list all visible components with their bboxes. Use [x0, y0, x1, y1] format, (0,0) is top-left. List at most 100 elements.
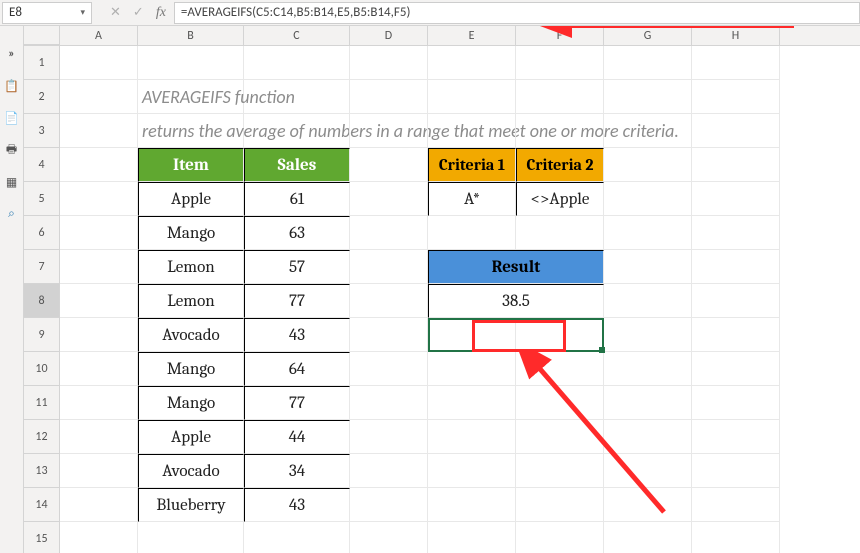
cell[interactable] — [350, 522, 428, 553]
table-cell-item[interactable]: Blueberry — [138, 488, 244, 522]
cell[interactable] — [428, 216, 516, 250]
cell[interactable] — [60, 148, 138, 182]
cell[interactable]: AVERAGEIFS function — [138, 80, 244, 114]
row-header[interactable]: 8 — [24, 284, 60, 318]
cell[interactable] — [692, 488, 780, 522]
cell[interactable] — [604, 284, 692, 318]
row-header[interactable]: 14 — [24, 488, 60, 522]
cell[interactable] — [516, 318, 604, 352]
table-cell-item[interactable]: Mango — [138, 386, 244, 420]
cell[interactable] — [350, 80, 428, 114]
cell[interactable] — [350, 318, 428, 352]
cancel-icon[interactable]: ✕ — [110, 5, 121, 20]
row-header[interactable]: 15 — [24, 522, 60, 553]
formula-input[interactable]: =AVERAGEIFS(C5:C14,B5:B14,E5,B5:B14,F5) — [174, 2, 860, 24]
cell[interactable] — [138, 522, 244, 553]
cell[interactable] — [244, 114, 350, 148]
result-cell[interactable]: 38.5 — [428, 284, 604, 318]
cell[interactable] — [604, 80, 692, 114]
col-header[interactable]: A — [60, 26, 138, 45]
print-icon[interactable]: 🖶 — [4, 142, 20, 158]
cell[interactable] — [428, 522, 516, 553]
cell[interactable] — [350, 114, 428, 148]
clipboard-icon[interactable]: 📄 — [4, 110, 20, 126]
cell[interactable] — [350, 488, 428, 522]
cell[interactable] — [60, 114, 138, 148]
cell[interactable] — [516, 46, 604, 80]
cell[interactable] — [60, 522, 138, 553]
cell[interactable] — [516, 488, 604, 522]
cell[interactable] — [60, 386, 138, 420]
result-header[interactable]: Result — [428, 250, 604, 284]
cell[interactable] — [428, 318, 516, 352]
cell[interactable] — [692, 250, 780, 284]
cell[interactable] — [428, 420, 516, 454]
col-header[interactable]: E — [428, 26, 516, 45]
table-cell-sales[interactable]: 61 — [244, 182, 350, 216]
table-cell-item[interactable]: Mango — [138, 216, 244, 250]
cell[interactable] — [60, 46, 138, 80]
cell[interactable] — [60, 182, 138, 216]
table-cell-sales[interactable]: 77 — [244, 284, 350, 318]
cell[interactable] — [350, 216, 428, 250]
criteria-header-2[interactable]: Criteria 2 — [516, 148, 604, 182]
cell[interactable] — [692, 318, 780, 352]
select-all-corner[interactable] — [24, 26, 60, 45]
chevron-down-icon[interactable]: ▾ — [80, 7, 85, 18]
col-header[interactable]: B — [138, 26, 244, 45]
row-header[interactable]: 12 — [24, 420, 60, 454]
table-cell-item[interactable]: Lemon — [138, 284, 244, 318]
cell[interactable] — [60, 216, 138, 250]
table-cell-item[interactable]: Lemon — [138, 250, 244, 284]
cell[interactable] — [692, 46, 780, 80]
cell[interactable] — [516, 386, 604, 420]
cell[interactable] — [516, 522, 604, 553]
cell[interactable] — [692, 114, 780, 148]
table-cell-sales[interactable]: 43 — [244, 488, 350, 522]
cell[interactable] — [516, 114, 604, 148]
cell[interactable] — [60, 80, 138, 114]
col-header[interactable]: H — [692, 26, 780, 45]
table-cell-sales[interactable]: 77 — [244, 386, 350, 420]
row-header[interactable]: 1 — [24, 46, 60, 80]
criteria-value-1[interactable]: A* — [428, 182, 516, 216]
table-cell-item[interactable]: Avocado — [138, 454, 244, 488]
cell[interactable] — [604, 114, 692, 148]
criteria-value-2[interactable]: <>Apple — [516, 182, 604, 216]
cell[interactable] — [692, 216, 780, 250]
cell[interactable] — [60, 318, 138, 352]
cell[interactable] — [604, 318, 692, 352]
row-header[interactable]: 9 — [24, 318, 60, 352]
table-cell-item[interactable]: Apple — [138, 182, 244, 216]
row-header[interactable]: 2 — [24, 80, 60, 114]
cell[interactable] — [244, 522, 350, 553]
table-cell-sales[interactable]: 63 — [244, 216, 350, 250]
cell[interactable] — [604, 46, 692, 80]
row-header[interactable]: 5 — [24, 182, 60, 216]
name-box[interactable]: E8 ▾ — [2, 2, 92, 24]
table-cell-item[interactable]: Mango — [138, 352, 244, 386]
cell[interactable] — [516, 352, 604, 386]
table-header-sales[interactable]: Sales — [244, 148, 350, 182]
cell[interactable] — [60, 352, 138, 386]
row-header[interactable]: 13 — [24, 454, 60, 488]
table-cell-sales[interactable]: 64 — [244, 352, 350, 386]
table-cell-sales[interactable]: 43 — [244, 318, 350, 352]
table-cell-item[interactable]: Avocado — [138, 318, 244, 352]
table-cell-item[interactable]: Apple — [138, 420, 244, 454]
cell[interactable] — [428, 454, 516, 488]
col-header[interactable]: G — [604, 26, 692, 45]
cell[interactable] — [350, 420, 428, 454]
paste-icon[interactable]: 📋 — [4, 78, 20, 94]
cell[interactable] — [350, 182, 428, 216]
cell[interactable] — [350, 46, 428, 80]
row-header[interactable]: 10 — [24, 352, 60, 386]
table-cell-sales[interactable]: 34 — [244, 454, 350, 488]
cell[interactable] — [350, 352, 428, 386]
cell[interactable] — [428, 114, 516, 148]
cell[interactable] — [692, 352, 780, 386]
cell[interactable] — [516, 420, 604, 454]
cell[interactable] — [350, 284, 428, 318]
col-header[interactable]: D — [350, 26, 428, 45]
cell[interactable] — [350, 386, 428, 420]
